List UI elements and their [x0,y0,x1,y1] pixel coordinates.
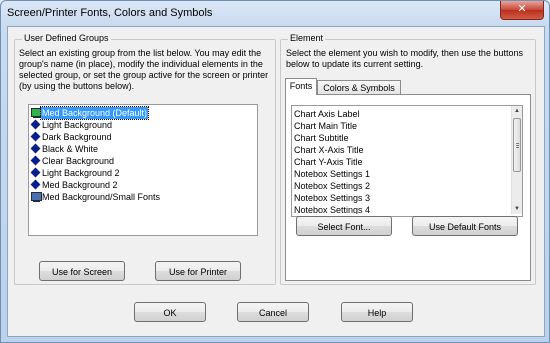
group-item-label: Clear Background [42,156,115,166]
cancel-button[interactable]: Cancel [237,302,309,322]
element-description: Select the element you wish to modify, t… [286,48,523,69]
group-item-label: Light Background [42,120,113,130]
element-groupbox: Element Select the element you wish to m… [280,33,536,285]
group-item[interactable]: Med Background/Small Fonts [29,191,255,203]
element-item-label: Chart Main Title [294,121,358,131]
monitor-stand [33,117,40,118]
group-item-label: Black & White [42,144,99,154]
diamond-icon [30,131,41,142]
diamond-icon [30,179,41,190]
element-item[interactable]: Notebox Settings 3 [292,192,502,204]
use-for-screen-button[interactable]: Use for Screen [39,261,125,281]
element-item[interactable]: Notebox Settings 2 [292,180,502,192]
dialog-client-area: User Defined Groups Select an existing g… [7,26,545,337]
scroll-down-icon[interactable]: ▼ [512,204,522,214]
element-item[interactable]: Notebox Settings 4 [292,204,502,214]
group-item-label: Med Background (Default) [39,106,150,120]
element-item-label: Notebox Settings 3 [294,193,371,203]
diamond-icon [30,155,41,166]
select-font-button[interactable]: Select Font... [296,216,392,236]
group-item-label: Dark Background [42,132,112,142]
close-button[interactable]: ✕ [500,1,544,20]
element-item[interactable]: Chart Main Title [292,120,502,132]
group-item[interactable]: Light Background 2 [29,167,255,179]
ok-button[interactable]: OK [134,302,206,322]
close-icon: ✕ [517,3,527,15]
grip-line [516,147,519,148]
element-item-label: Notebox Settings 4 [294,205,371,214]
group-item[interactable]: Med Background (Default) [29,106,255,120]
elements-scrollbar[interactable]: ▲ ▼ [511,106,522,214]
scroll-up-icon[interactable]: ▲ [512,106,522,116]
monitor-icon [31,192,42,201]
diamond-icon [30,119,41,130]
element-item-label: Chart Axis Label [294,109,360,119]
group-item-label: Med Background 2 [42,180,118,190]
element-item[interactable]: Chart Subtitle [292,132,502,144]
fonts-tab-panel: Chart Axis Label Chart Main Title Chart … [285,94,531,281]
help-button[interactable]: Help [341,302,413,322]
use-for-printer-button[interactable]: Use for Printer [155,261,241,281]
element-item-label: Chart Y-Axis Title [294,157,363,167]
elements-listbox[interactable]: Chart Axis Label Chart Main Title Chart … [291,105,523,217]
use-default-fonts-button[interactable]: Use Default Fonts [412,216,518,236]
element-item-label: Chart Subtitle [294,133,349,143]
group-item[interactable]: Black & White [29,143,255,155]
grip-line [516,145,519,146]
user-groups-legend: User Defined Groups [22,33,111,43]
element-item[interactable]: Chart X-Axis Title [292,144,502,156]
element-item[interactable]: Chart Axis Label [292,108,502,120]
element-item[interactable]: Chart Y-Axis Title [292,156,502,168]
title-bar[interactable]: Screen/Printer Fonts, Colors and Symbols… [1,1,549,25]
element-item-label: Notebox Settings 2 [294,181,371,191]
dialog-window: Screen/Printer Fonts, Colors and Symbols… [0,0,550,343]
diamond-icon [30,143,41,154]
monitor-stand [33,201,40,202]
diamond-icon [30,167,41,178]
scrollbar-thumb[interactable] [513,118,521,172]
grip-line [516,143,519,144]
tab-colors-symbols[interactable]: Colors & Symbols [317,80,401,95]
element-legend: Element [288,33,326,43]
group-item[interactable]: Clear Background [29,155,255,167]
tab-fonts[interactable]: Fonts [285,78,317,95]
user-groups-groupbox: User Defined Groups Select an existing g… [14,33,276,285]
element-item-label: Chart X-Axis Title [294,145,364,155]
group-item-label: Light Background 2 [42,168,120,178]
user-groups-description: Select an existing group from the list b… [19,48,269,91]
group-item[interactable]: Light Background [29,119,255,131]
groups-listbox[interactable]: Med Background (Default) Light Backgroun… [28,104,258,236]
element-item[interactable]: Notebox Settings 1 [292,168,502,180]
group-item-label: Med Background/Small Fonts [42,192,161,202]
group-item[interactable]: Dark Background [29,131,255,143]
group-item[interactable]: Med Background 2 [29,179,255,191]
element-item-label: Notebox Settings 1 [294,169,371,179]
window-title: Screen/Printer Fonts, Colors and Symbols [7,7,213,19]
